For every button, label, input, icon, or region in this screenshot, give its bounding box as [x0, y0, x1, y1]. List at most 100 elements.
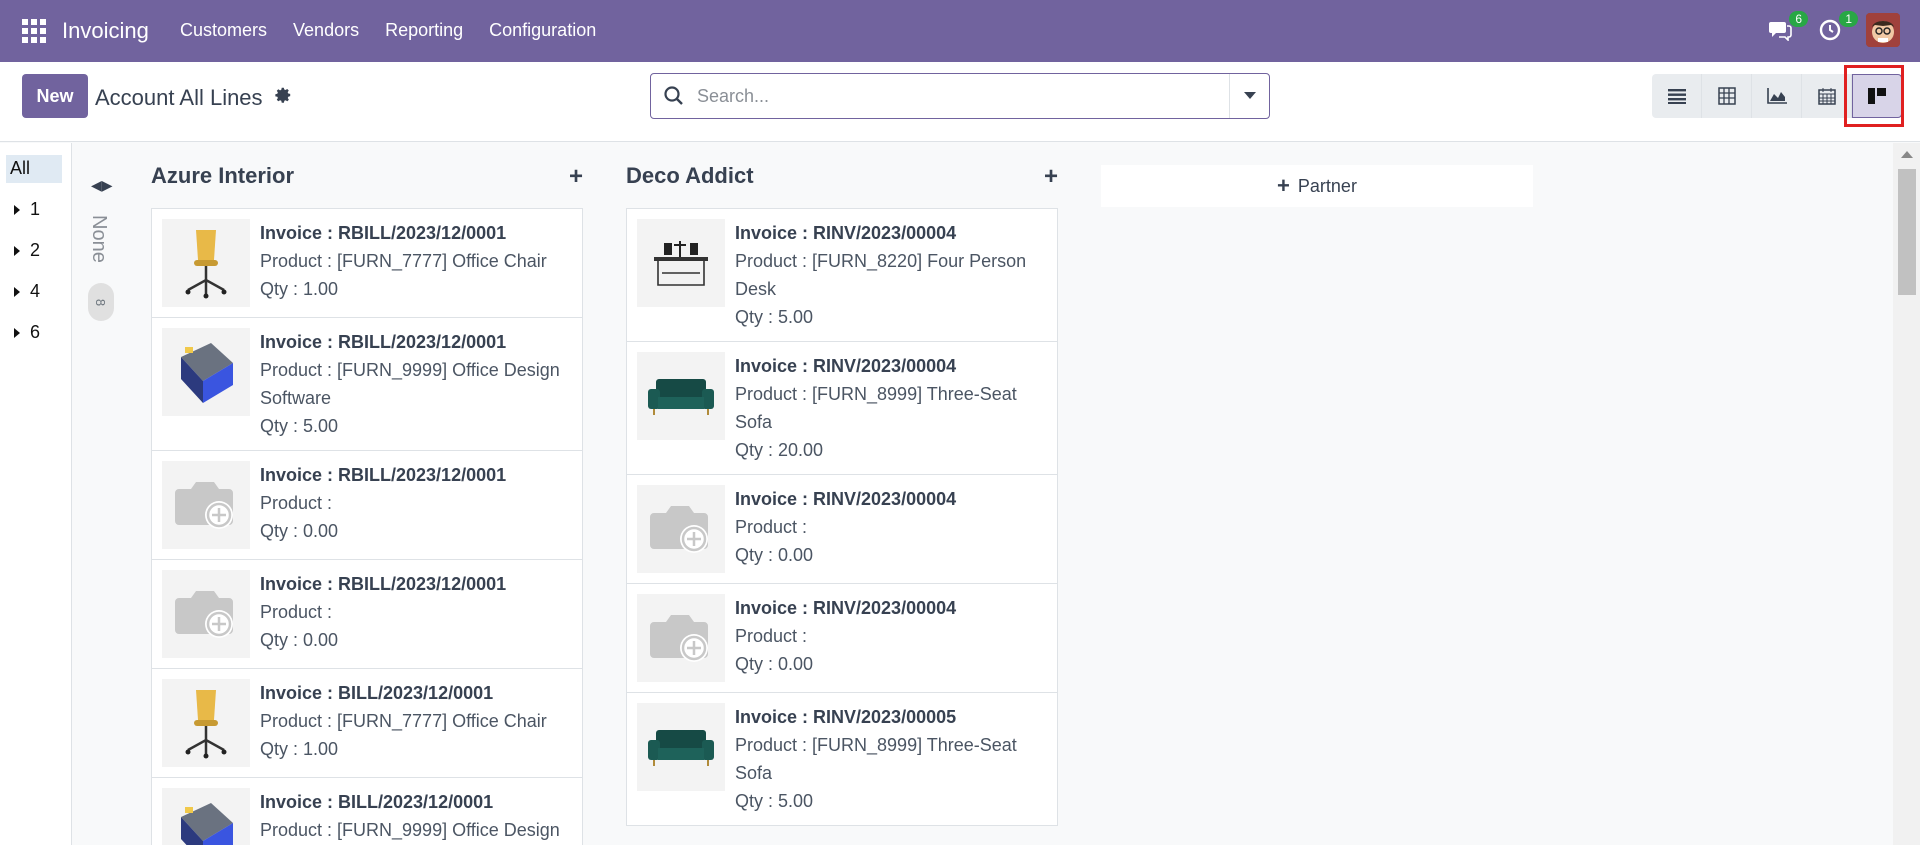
product-image: [637, 703, 725, 791]
scrollbar-thumb[interactable]: [1898, 169, 1916, 295]
product-image: [162, 679, 250, 767]
kanban-card[interactable]: Invoice : BILL/2023/12/0001 Product : [FU…: [151, 668, 583, 778]
card-product: Product :: [735, 517, 808, 537]
calendar-view-button[interactable]: [1802, 74, 1852, 118]
card-product: Product : [FURN_7777] Office Chair: [260, 251, 547, 271]
user-avatar[interactable]: [1866, 13, 1900, 47]
kanban-card[interactable]: Invoice : RBILL/2023/12/0001 Product : [F…: [151, 317, 583, 451]
kanban-card[interactable]: Invoice : RBILL/2023/12/0001 Product : Qty…: [151, 450, 583, 560]
column-title: Azure Interior: [151, 163, 295, 188]
kanban-view-button[interactable]: [1852, 74, 1902, 118]
folded-column[interactable]: ◀▶ None 8: [73, 143, 127, 845]
product-image: [637, 594, 725, 682]
card-qty: Qty : 0.00: [260, 521, 339, 541]
control-panel: New Account All Lines: [0, 62, 1920, 142]
vertical-scrollbar[interactable]: [1893, 143, 1920, 845]
product-image: [637, 352, 725, 440]
view-switcher: [1652, 74, 1902, 118]
card-qty: Qty : 1.00: [260, 739, 339, 759]
list-view-icon: [1667, 89, 1686, 104]
menu-vendors[interactable]: Vendors: [293, 20, 359, 41]
card-product: Product :: [260, 602, 333, 622]
graph-view-icon: [1766, 88, 1787, 104]
messages-button[interactable]: 6: [1766, 11, 1808, 44]
kanban-card[interactable]: Invoice : RINV/2023/00004 Product : [FURN…: [626, 341, 1058, 475]
filter-item[interactable]: 2: [14, 240, 40, 261]
pivot-view-button[interactable]: [1702, 74, 1752, 118]
filter-item[interactable]: 4: [14, 281, 40, 302]
filter-item-label: 6: [30, 322, 41, 342]
product-image: [162, 328, 250, 416]
quick-create-plus-icon[interactable]: +: [1044, 163, 1058, 191]
column-cards: Invoice : RINV/2023/00004 Product : [FURN…: [626, 208, 1058, 826]
search-panel: All 1 2 4 6: [0, 143, 72, 845]
clock-icon: [1819, 19, 1841, 41]
app-name[interactable]: Invoicing: [62, 18, 149, 44]
kanban-card[interactable]: Invoice : RINV/2023/00004 Product : Qty : …: [626, 583, 1058, 693]
apps-grid-icon[interactable]: [22, 19, 46, 43]
search-input[interactable]: [697, 82, 1197, 110]
search-options-toggle[interactable]: [1229, 74, 1269, 118]
kanban-card[interactable]: Invoice : RINV/2023/00005 Product : [FURN…: [626, 692, 1058, 826]
card-invoice: Invoice : RBILL/2023/12/0001: [260, 332, 507, 352]
filter-item-label: 2: [30, 240, 41, 260]
product-image: [162, 570, 250, 658]
card-invoice: Invoice : RBILL/2023/12/0001: [260, 223, 507, 243]
card-qty: Qty : 5.00: [260, 416, 339, 436]
card-qty: Qty : 20.00: [735, 440, 824, 460]
caret-right-icon: [14, 327, 20, 338]
search-bar: [650, 73, 1270, 119]
page-title: Account All Lines: [95, 85, 263, 110]
kanban-card[interactable]: Invoice : RINV/2023/00004 Product : Qty : …: [626, 474, 1058, 584]
card-qty: Qty : 0.00: [735, 545, 814, 565]
caret-down-icon: [1243, 92, 1256, 99]
card-qty: Qty : 1.00: [260, 279, 339, 299]
menu-customers[interactable]: Customers: [180, 20, 267, 41]
card-qty: Qty : 5.00: [735, 307, 814, 327]
card-invoice: Invoice : RINV/2023/00004: [735, 223, 957, 243]
menu-configuration[interactable]: Configuration: [489, 20, 596, 41]
card-invoice: Invoice : RINV/2023/00005: [735, 707, 957, 727]
top-navbar: Invoicing Customers Vendors Reporting Co…: [0, 0, 1920, 62]
card-invoice: Invoice : RINV/2023/00004: [735, 489, 957, 509]
kanban-view-icon: [1868, 88, 1886, 104]
filter-item-label: 4: [30, 281, 41, 301]
product-image: [162, 788, 250, 845]
product-image: [162, 461, 250, 549]
activities-button[interactable]: 1: [1816, 11, 1858, 44]
kanban-board: ◀▶ None 8 Azure Interior + Invoice : RBI…: [73, 143, 1893, 845]
caret-right-icon: [14, 286, 20, 297]
menu-reporting[interactable]: Reporting: [385, 20, 463, 41]
folded-column-count: 8: [88, 283, 114, 321]
new-button[interactable]: New: [22, 74, 88, 118]
filter-all[interactable]: All: [6, 155, 62, 183]
add-column-button[interactable]: + Partner: [1101, 165, 1533, 207]
card-invoice: Invoice : RINV/2023/00004: [735, 598, 957, 618]
card-product: Product : [FURN_7777] Office Chair: [260, 711, 547, 731]
list-view-button[interactable]: [1652, 74, 1702, 118]
card-product: Product : [FURN_9999] Office Design: [260, 820, 560, 840]
kanban-card[interactable]: Invoice : RINV/2023/00004 Product : [FURN…: [626, 208, 1058, 342]
card-product: Product : [FURN_9999] Office Design Soft…: [260, 360, 560, 408]
kanban-card[interactable]: Invoice : RBILL/2023/12/0001 Product : [F…: [151, 208, 583, 318]
card-product: Product : [FURN_8999] Three-Seat Sofa: [735, 384, 1017, 432]
product-image: [637, 485, 725, 573]
card-qty: Qty : 5.00: [735, 791, 814, 811]
scroll-up-arrow-icon[interactable]: [1901, 151, 1913, 158]
column-header: Azure Interior +: [151, 163, 583, 193]
column-title: Deco Addict: [626, 163, 754, 188]
kanban-card[interactable]: Invoice : BILL/2023/12/0001 Product : [FU…: [151, 777, 583, 845]
filter-item[interactable]: 6: [14, 322, 40, 343]
filter-item-label: 1: [30, 199, 41, 219]
main-menu: Customers Vendors Reporting Configuratio…: [180, 20, 596, 41]
kanban-card[interactable]: Invoice : RBILL/2023/12/0001 Product : Qty…: [151, 559, 583, 669]
graph-view-button[interactable]: [1752, 74, 1802, 118]
gear-icon[interactable]: [274, 86, 292, 109]
expand-arrows-icon[interactable]: ◀▶: [91, 177, 113, 194]
card-invoice: Invoice : BILL/2023/12/0001: [260, 792, 494, 812]
add-column-label: Partner: [1297, 175, 1357, 196]
quick-create-plus-icon[interactable]: +: [569, 163, 583, 191]
plus-icon: +: [1277, 173, 1290, 198]
caret-right-icon: [14, 204, 20, 215]
filter-item[interactable]: 1: [14, 199, 40, 220]
